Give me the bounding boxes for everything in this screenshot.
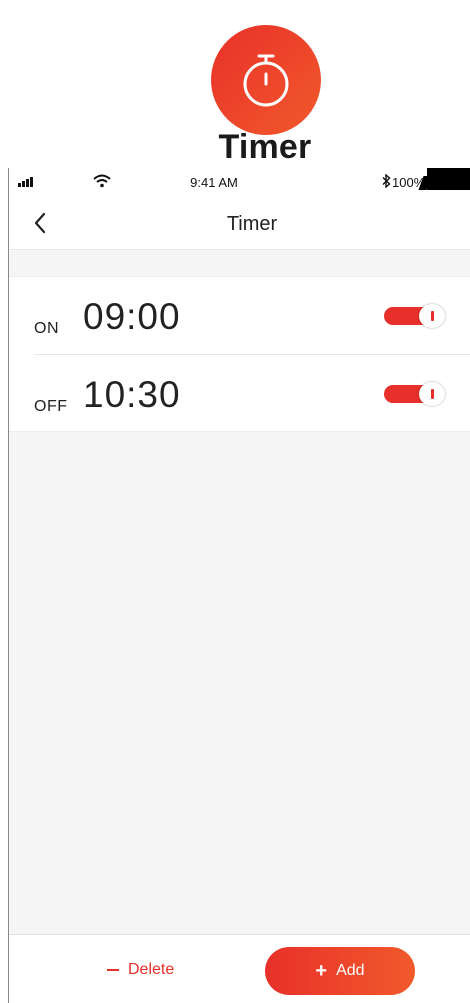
timer-row-on[interactable]: ON 09:00	[9, 277, 470, 354]
bluetooth-icon	[382, 174, 391, 188]
toggle-knob	[419, 382, 445, 406]
timer-time: 09:00	[83, 296, 181, 337]
delete-label: Delete	[128, 961, 175, 978]
status-bar: 9:41 AM 100%	[9, 168, 470, 196]
minus-icon	[107, 969, 119, 971]
stopwatch-icon	[243, 54, 289, 107]
phone-screen: 9:41 AM 100% Timer ON 09:00 OFF 10:30 De…	[8, 168, 470, 1003]
stopwatch-app-icon	[211, 25, 321, 135]
add-button[interactable]: + Add	[265, 947, 415, 995]
delete-button[interactable]: Delete	[107, 959, 174, 981]
toggle-knob	[419, 304, 445, 328]
timer-label: OFF	[34, 398, 68, 415]
nav-title: Timer	[226, 213, 278, 235]
nav-bar: Timer	[9, 196, 470, 250]
timer-label: ON	[34, 320, 59, 337]
battery-icon-body	[427, 168, 470, 190]
timer-time: 10:30	[83, 374, 181, 415]
timer-row-off[interactable]: OFF 10:30	[34, 354, 470, 431]
timer-toggle-switch[interactable]	[384, 382, 446, 406]
bottom-action-bar: Delete + Add	[9, 934, 470, 1003]
app-title: Timer	[218, 128, 312, 166]
timer-list: ON 09:00 OFF 10:30	[9, 276, 470, 432]
status-time: 9:41 AM	[190, 175, 238, 190]
plus-icon: +	[315, 960, 328, 982]
timer-toggle-switch[interactable]	[384, 304, 446, 328]
add-label: Add	[336, 962, 365, 979]
